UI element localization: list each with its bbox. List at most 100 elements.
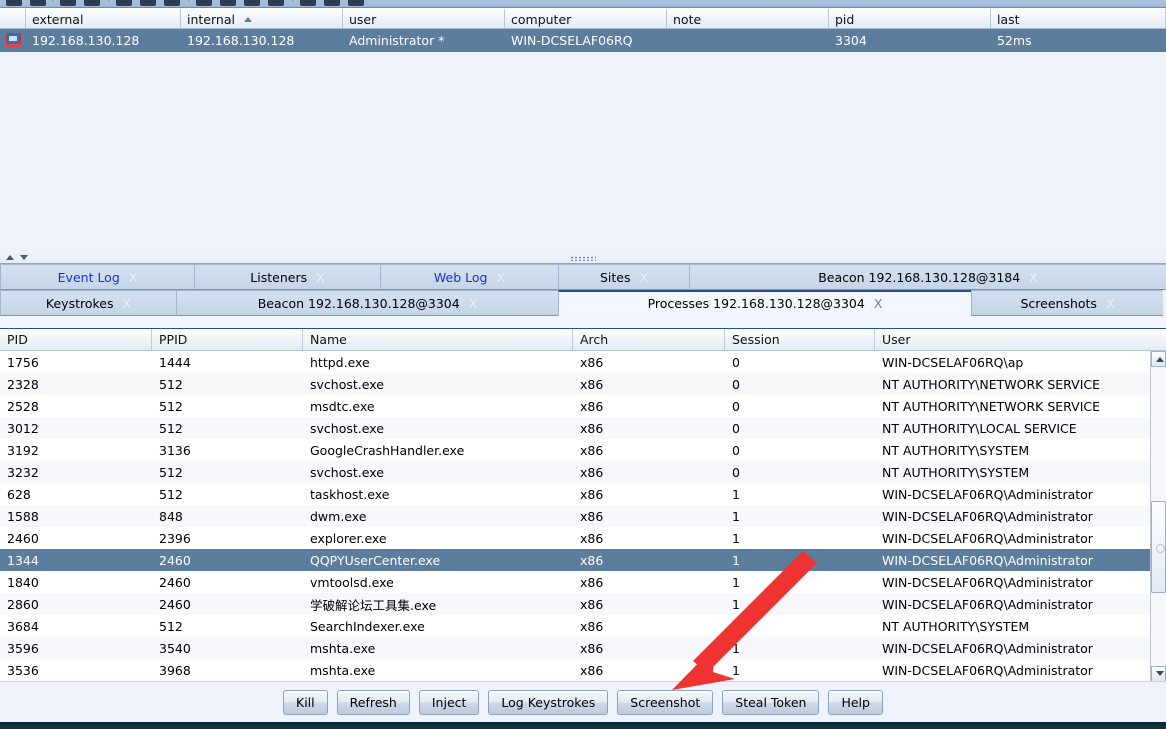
tab-sites-close-icon[interactable]: X xyxy=(639,270,648,285)
process-row[interactable]: 2460 2396 explorer.exe x86 1 WIN-DCSELAF06RQ\… xyxy=(0,527,1166,549)
process-row[interactable]: 3536 3968 mshta.exe x86 1 WIN-DCSELAF06RQ\Adm… xyxy=(0,659,1166,681)
tab-sites[interactable]: Sites X xyxy=(558,264,690,290)
process-cell-arch: x86 xyxy=(580,420,604,436)
tab-bar[interactable]: Event Log X Listeners X Web Log X Sites … xyxy=(0,264,1166,328)
scroll-up-icon[interactable] xyxy=(1151,351,1166,367)
session-user: Administrator * xyxy=(349,33,445,48)
help-button[interactable]: Help xyxy=(828,689,883,715)
collapse-down-icon[interactable] xyxy=(20,255,28,260)
process-cell-arch: x86 xyxy=(580,486,604,502)
toolbar-icon-keystrokes[interactable] xyxy=(244,0,260,6)
scroll-down-icon[interactable] xyxy=(1151,666,1166,682)
process-col-pid[interactable]: PID xyxy=(0,329,152,350)
process-col-name[interactable]: Name xyxy=(303,329,573,350)
toolbar-icon-scripts[interactable] xyxy=(300,0,316,6)
sessions-col-user[interactable]: user xyxy=(343,9,505,28)
session-row[interactable]: 192.168.130.128 192.168.130.128 Administ… xyxy=(0,29,1166,52)
process-row[interactable]: 1588 848 dwm.exe x86 1 WIN-DCSELAF06RQ\Admini… xyxy=(0,505,1166,527)
kill-button[interactable]: Kill xyxy=(283,689,328,715)
sessions-col-pid[interactable]: pid xyxy=(829,9,991,28)
process-cell-user: WIN-DCSELAF06RQ\Administrator xyxy=(882,552,1093,568)
tab-web-log[interactable]: Web Log X xyxy=(380,264,559,290)
process-list[interactable]: PID PPID Name Arch Session User 1756 1444… xyxy=(0,328,1166,682)
process-row[interactable]: 3192 3136 GoogleCrashHandler.exe x86 0 NT AUT… xyxy=(0,439,1166,461)
toolbar-icon-about[interactable] xyxy=(348,0,364,6)
process-col-arch[interactable]: Arch xyxy=(573,329,725,350)
tab-event-log-close-icon[interactable]: X xyxy=(129,270,138,285)
steal-token-button[interactable]: Steal Token xyxy=(722,689,820,715)
process-cell-pid: 2328 xyxy=(7,376,39,392)
process-cell-name: dwm.exe xyxy=(310,508,367,524)
process-row[interactable]: 2328 512 svchost.exe x86 0 NT AUTHORITY\NETWO… xyxy=(0,373,1166,395)
toolbar-icon-screenshots[interactable] xyxy=(268,0,284,6)
tab-processes-3304-close-icon[interactable]: X xyxy=(874,296,883,311)
tab-listeners-close-icon[interactable]: X xyxy=(316,270,325,285)
process-cell-name: 学破解论坛工具集.exe xyxy=(310,597,437,613)
tab-keystrokes[interactable]: Keystrokes X xyxy=(0,290,177,316)
computer-elevated-icon xyxy=(4,33,22,48)
process-row[interactable]: 3232 512 svchost.exe x86 0 NT AUTHORITY\SYSTE… xyxy=(0,461,1166,483)
screenshot-button[interactable]: Screenshot xyxy=(617,689,714,715)
divider-grip-icon[interactable] xyxy=(570,256,596,261)
tab-beacon-3184[interactable]: Beacon 192.168.130.128@3184 X xyxy=(689,264,1166,290)
process-row[interactable]: 628 512 taskhost.exe x86 1 WIN-DCSELAF06RQ\Ad… xyxy=(0,483,1166,505)
toolbar-icon-target-table[interactable] xyxy=(164,0,180,6)
sessions-table[interactable]: external internal user computer note pid… xyxy=(0,8,1166,252)
process-row[interactable]: 1756 1444 httpd.exe x86 0 WIN-DCSELAF06RQ\ap xyxy=(0,351,1166,373)
log-keystrokes-button[interactable]: Log Keystrokes xyxy=(488,689,609,715)
toolbar-separator-1 xyxy=(52,0,53,2)
process-cell-ppid: 512 xyxy=(159,618,183,634)
process-cell-ppid: 3540 xyxy=(159,640,191,656)
process-row[interactable]: 1344 2460 QQPYUserCenter.exe x86 1 WIN-DCSELA… xyxy=(0,549,1166,571)
process-row[interactable]: 3596 3540 mshta.exe x86 1 WIN-DCSELAF06RQ\Adm… xyxy=(0,637,1166,659)
refresh-button[interactable]: Refresh xyxy=(336,689,410,715)
toolbar-icon-credentials[interactable] xyxy=(196,0,212,6)
collapse-up-icon[interactable] xyxy=(6,255,14,260)
toolbar-icon-disconnect[interactable] xyxy=(30,0,46,6)
sessions-col-computer[interactable]: computer xyxy=(505,9,667,28)
inject-button[interactable]: Inject xyxy=(418,689,480,715)
process-cell-ppid: 512 xyxy=(159,486,183,502)
tab-beacon-3304[interactable]: Beacon 192.168.130.128@3304 X xyxy=(176,290,559,316)
sessions-col-external[interactable]: external xyxy=(26,9,181,28)
toolbar-icon-pivot-graph[interactable] xyxy=(116,0,132,6)
tab-beacon-3184-close-icon[interactable]: X xyxy=(1029,270,1038,285)
tab-listeners-label: Listeners xyxy=(250,269,308,285)
toolbar-icon-preferences[interactable] xyxy=(324,0,340,6)
sessions-col-last[interactable]: last xyxy=(991,9,1166,28)
tab-keystrokes-close-icon[interactable]: X xyxy=(123,296,132,311)
toolbar-icon-listeners[interactable] xyxy=(60,0,76,6)
tab-bar-row-2: Keystrokes X Beacon 192.168.130.128@3304… xyxy=(0,290,1166,316)
scrollbar-thumb[interactable] xyxy=(1151,501,1166,593)
tab-screenshots-close-icon[interactable]: X xyxy=(1106,296,1115,311)
tab-web-log-close-icon[interactable]: X xyxy=(496,270,505,285)
tab-beacon-3304-close-icon[interactable]: X xyxy=(469,296,478,311)
sessions-col-note[interactable]: note xyxy=(667,9,829,28)
process-list-body[interactable]: 1756 1444 httpd.exe x86 0 WIN-DCSELAF06RQ\ap 2… xyxy=(0,351,1166,682)
process-row[interactable]: 3012 512 svchost.exe x86 0 NT AUTHORITY\LOCAL… xyxy=(0,417,1166,439)
sessions-col-internal[interactable]: internal xyxy=(181,9,343,28)
process-row[interactable]: 2860 2460 学破解论坛工具集.exe x86 1 WIN-DCSELAF06RQ\… xyxy=(0,593,1166,615)
toolbar-icon-targets[interactable] xyxy=(84,0,100,6)
split-pane-divider[interactable] xyxy=(0,252,1166,264)
toolbar-icon-downloads[interactable] xyxy=(220,0,236,6)
process-col-user[interactable]: User xyxy=(875,329,1166,350)
tab-event-log[interactable]: Event Log X xyxy=(0,264,195,290)
process-cell-pid: 2528 xyxy=(7,398,39,414)
tab-screenshots[interactable]: Screenshots X xyxy=(971,290,1164,316)
process-col-session[interactable]: Session xyxy=(725,329,875,350)
sessions-empty-area xyxy=(0,52,1166,252)
tab-listeners[interactable]: Listeners X xyxy=(194,264,381,290)
process-col-ppid[interactable]: PPID xyxy=(152,329,303,350)
main-toolbar[interactable] xyxy=(0,0,1166,8)
process-cell-pid: 3536 xyxy=(7,662,39,678)
process-cell-session: 1 xyxy=(732,574,740,590)
toolbar-icon-session-table[interactable] xyxy=(140,0,156,6)
toolbar-icon-connect[interactable] xyxy=(6,0,22,6)
process-row[interactable]: 2528 512 msdtc.exe x86 0 NT AUTHORITY\NETWORK… xyxy=(0,395,1166,417)
process-list-scrollbar[interactable] xyxy=(1150,351,1166,682)
tab-sites-label: Sites xyxy=(599,269,631,285)
process-row[interactable]: 3684 512 SearchIndexer.exe x86 1 NT AUTHORITY… xyxy=(0,615,1166,637)
tab-processes-3304[interactable]: Processes 192.168.130.128@3304 X xyxy=(558,290,972,316)
process-row[interactable]: 1840 2460 vmtoolsd.exe x86 1 WIN-DCSELAF06RQ\… xyxy=(0,571,1166,593)
